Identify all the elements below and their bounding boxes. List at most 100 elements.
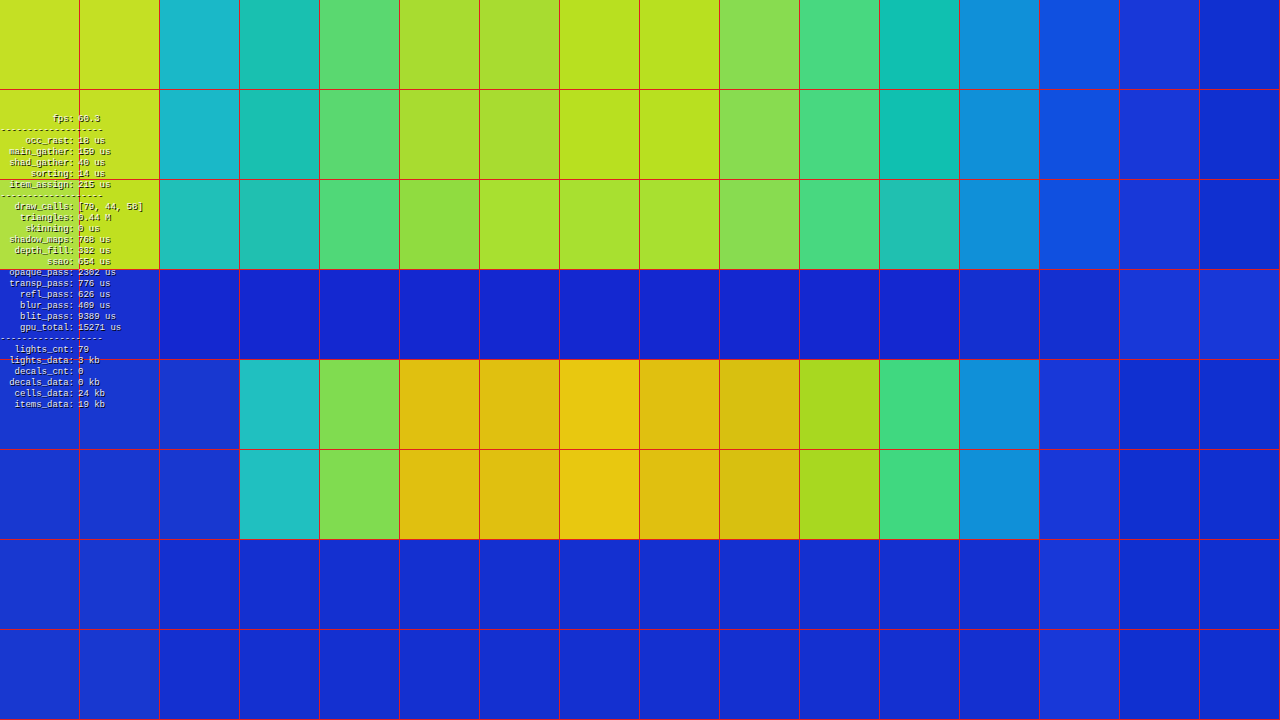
heatmap-cell — [0, 540, 80, 630]
stats-row: fps:60.3 — [0, 114, 143, 125]
heatmap-cell — [1200, 450, 1280, 540]
heatmap-cell — [160, 450, 240, 540]
heatmap-cell — [720, 360, 800, 450]
stats-row: cells_data:24 kb — [0, 389, 143, 400]
heatmap-cell — [880, 540, 960, 630]
heatmap-cell — [400, 90, 480, 180]
heatmap-cell — [80, 630, 160, 720]
stats-separator: ------------------- — [0, 125, 143, 136]
heatmap-cell — [240, 450, 320, 540]
heatmap-cell — [720, 630, 800, 720]
stat-value: 15271 us — [74, 323, 121, 334]
stat-label: items_data: — [0, 400, 74, 411]
heatmap-cell — [1040, 270, 1120, 360]
heatmap-cell — [0, 450, 80, 540]
stats-row: main_gather:159 us — [0, 147, 143, 158]
stat-label: cells_data: — [0, 389, 74, 400]
stat-value: 626 us — [74, 290, 110, 301]
heatmap-cell — [1120, 90, 1200, 180]
stats-row: items_data:19 kb — [0, 400, 143, 411]
stats-row: depth_fill:332 us — [0, 246, 143, 257]
stats-separator: ------------------- — [0, 191, 143, 202]
heatmap-cell — [320, 180, 400, 270]
heatmap-cell — [80, 0, 160, 90]
stat-label: transp_pass: — [0, 279, 74, 290]
heatmap-cell — [560, 270, 640, 360]
heatmap-cell — [560, 450, 640, 540]
heatmap-cell — [1040, 180, 1120, 270]
heatmap-cell — [1120, 180, 1200, 270]
stats-row: decals_cnt:0 — [0, 367, 143, 378]
heatmap-cell — [0, 630, 80, 720]
heatmap-cell — [880, 360, 960, 450]
heatmap-cell — [560, 90, 640, 180]
heatmap-cell — [480, 270, 560, 360]
heatmap-cell — [720, 540, 800, 630]
stat-value: 332 us — [74, 246, 110, 257]
heatmap-cell — [320, 270, 400, 360]
stat-label: blur_pass: — [0, 301, 74, 312]
heatmap-cell — [320, 450, 400, 540]
stats-row: transp_pass:776 us — [0, 279, 143, 290]
heatmap-cell — [1040, 630, 1120, 720]
heatmap-cell — [640, 450, 720, 540]
heatmap-cell — [640, 90, 720, 180]
stat-label: occ_rast: — [0, 136, 74, 147]
stats-row: blit_pass:9389 us — [0, 312, 143, 323]
heatmap-cell — [1200, 360, 1280, 450]
heatmap-cell — [800, 630, 880, 720]
heatmap-cell — [1200, 270, 1280, 360]
stats-row: lights_data:3 kb — [0, 356, 143, 367]
heatmap-cell — [800, 360, 880, 450]
stat-label: shad_gather: — [0, 158, 74, 169]
stats-row: item_assign:215 us — [0, 180, 143, 191]
heatmap-cell — [640, 0, 720, 90]
heatmap-cell — [320, 0, 400, 90]
heatmap-cell — [880, 270, 960, 360]
heatmap-cell — [160, 180, 240, 270]
stat-value: 409 us — [74, 301, 110, 312]
heatmap-cell — [960, 270, 1040, 360]
heatmap-cell — [1040, 540, 1120, 630]
heatmap-cell — [960, 180, 1040, 270]
stats-row: decals_data:0 kb — [0, 378, 143, 389]
stats-row: triangles:0.44 M — [0, 213, 143, 224]
heatmap-cell — [720, 180, 800, 270]
heatmap-cell — [560, 0, 640, 90]
stat-value: 215 us — [74, 180, 110, 191]
heatmap-cell — [800, 270, 880, 360]
heatmap-cell — [240, 360, 320, 450]
stat-value: 14 us — [74, 169, 105, 180]
heatmap-cell — [800, 540, 880, 630]
stat-label: decals_data: — [0, 378, 74, 389]
heatmap-cell — [480, 90, 560, 180]
stat-label: gpu_total: — [0, 323, 74, 334]
heatmap-cell — [1040, 0, 1120, 90]
stat-label: fps: — [0, 114, 74, 125]
stats-row: sorting:14 us — [0, 169, 143, 180]
heatmap-cell — [240, 630, 320, 720]
stat-label: blit_pass: — [0, 312, 74, 323]
heatmap-cell — [1040, 450, 1120, 540]
heatmap-cell — [960, 450, 1040, 540]
stat-value: 9389 us — [74, 312, 116, 323]
heatmap-cell — [1200, 630, 1280, 720]
heatmap-cell — [560, 630, 640, 720]
heatmap-cell — [640, 270, 720, 360]
stat-label: skinning: — [0, 224, 74, 235]
heatmap-cell — [880, 180, 960, 270]
stat-value: 2302 us — [74, 268, 116, 279]
heatmap-cell — [400, 450, 480, 540]
stat-value: [79, 44, 58] — [74, 202, 143, 213]
heatmap-cell — [240, 0, 320, 90]
stat-value: 3 kb — [74, 356, 100, 367]
stats-row: ssao:654 us — [0, 257, 143, 268]
stat-label: shadow_maps: — [0, 235, 74, 246]
stat-label: triangles: — [0, 213, 74, 224]
heatmap-cell — [320, 360, 400, 450]
heatmap-cell — [800, 450, 880, 540]
heatmap-cell — [640, 540, 720, 630]
heatmap-cell — [240, 270, 320, 360]
heatmap-cell — [1120, 0, 1200, 90]
stat-label: opaque_pass: — [0, 268, 74, 279]
